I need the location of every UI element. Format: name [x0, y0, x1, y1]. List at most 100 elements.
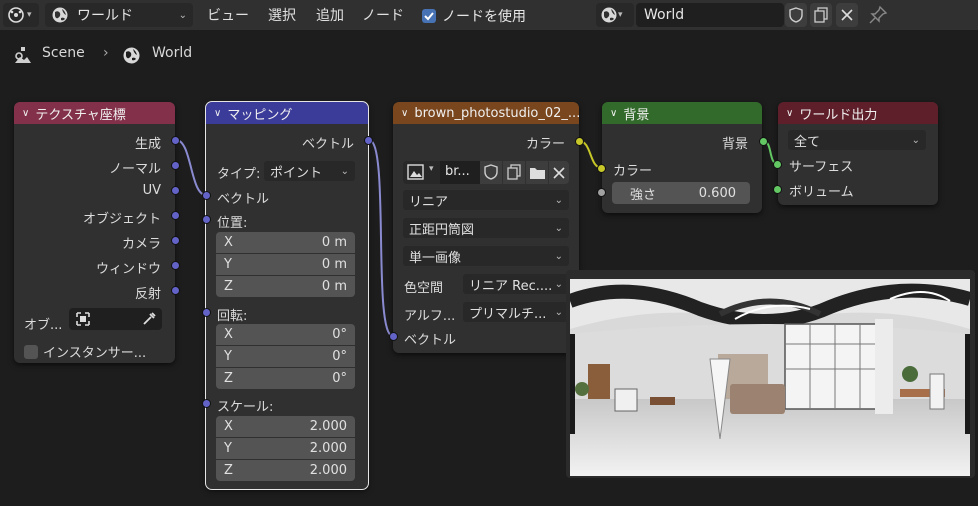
rotation-label: 回転: [217, 309, 248, 324]
chevron-down-icon[interactable]: ∨ [214, 108, 221, 119]
output-color: カラー [525, 137, 565, 152]
interpolation-value: リニア [409, 194, 449, 210]
scale-z-field[interactable]: Z 2.000 [216, 460, 355, 481]
object-field[interactable] [69, 308, 162, 330]
hdri-preview-image [570, 279, 970, 476]
output-generated: 生成 [134, 137, 161, 152]
link-generated-to-vector [175, 139, 207, 196]
socket-volume-in[interactable] [773, 185, 782, 194]
interpolation-dropdown[interactable]: リニア ⌄ [403, 190, 569, 210]
open-file-button[interactable] [526, 161, 548, 184]
location-z-field[interactable]: Z 0 m [216, 276, 355, 297]
alpha-dropdown[interactable]: プリマルチ... ⌄ [463, 302, 569, 322]
rotation-y-field[interactable]: Y 0° [216, 346, 355, 367]
socket-reflection[interactable] [171, 286, 180, 295]
chevron-down-icon: ⌄ [554, 250, 563, 262]
scale-y-field[interactable]: Y 2.000 [216, 438, 355, 459]
socket-color-in[interactable] [597, 164, 606, 173]
chevron-down-icon: ⌄ [554, 194, 563, 206]
folder-icon [530, 168, 545, 179]
node-header[interactable]: ∨ brown_photostudio_02_... [393, 102, 579, 124]
output-window: ウィンドウ [95, 262, 161, 277]
object-label: オブ... [24, 318, 63, 333]
axis-label: X [224, 235, 233, 250]
node-world-output[interactable]: ∨ ワールド出力 全て ⌄ サーフェス ボリューム [778, 102, 938, 205]
checkbox-unchecked-icon[interactable] [24, 344, 38, 359]
type-dropdown[interactable]: ポイント ⌄ [264, 161, 355, 181]
field-value: 0 m [321, 235, 347, 250]
target-dropdown[interactable]: 全て ⌄ [788, 130, 926, 150]
socket-location-in[interactable] [202, 215, 211, 224]
socket-strength-in[interactable] [597, 188, 606, 197]
node-header[interactable]: ∨ ワールド出力 [778, 102, 938, 124]
socket-mapping-output[interactable] [364, 136, 373, 145]
axis-label: Y [224, 257, 232, 272]
input-color: カラー [613, 164, 653, 179]
location-x-field[interactable]: X 0 m [216, 232, 355, 253]
socket-window[interactable] [171, 261, 180, 270]
source-dropdown[interactable]: 単一画像 ⌄ [403, 246, 569, 266]
chevron-down-icon[interactable]: ∨ [401, 108, 408, 119]
field-value: 0° [332, 349, 347, 364]
node-title: テクスチャ座標 [35, 107, 126, 123]
socket-envtex-color-out[interactable] [575, 137, 584, 146]
output-object: オブジェクト [82, 212, 161, 227]
duplicate-button[interactable] [503, 161, 525, 184]
fake-user-button[interactable] [480, 161, 502, 184]
node-environment-texture[interactable]: ∨ brown_photostudio_02_... カラー ▾ br... リニ… [393, 102, 579, 353]
image-icon [407, 164, 424, 180]
rotation-z-field[interactable]: Z 0° [216, 368, 355, 389]
chevron-down-icon[interactable]: ∨ [786, 108, 793, 119]
strength-field[interactable]: 強さ 0.600 [612, 182, 750, 204]
location-label: 位置: [217, 216, 248, 231]
input-volume: ボリューム [789, 185, 854, 200]
scale-x-field[interactable]: X 2.000 [216, 416, 355, 437]
scale-label: スケール: [217, 400, 274, 415]
field-value: 2.000 [309, 419, 347, 434]
rotation-x-field[interactable]: X 0° [216, 324, 355, 345]
chevron-down-icon: ⌄ [340, 165, 349, 177]
projection-dropdown[interactable]: 正距円筒図 ⌄ [403, 218, 569, 238]
object-icon [76, 312, 90, 326]
socket-normal[interactable] [171, 161, 180, 170]
alpha-value: プリマルチ... [469, 306, 547, 322]
location-y-field[interactable]: Y 0 m [216, 254, 355, 275]
node-title: マッピング [227, 107, 293, 123]
image-name-field[interactable]: br... [440, 161, 480, 184]
field-value: 0° [332, 371, 347, 386]
socket-camera[interactable] [171, 236, 180, 245]
socket-generated[interactable] [171, 136, 180, 145]
node-header[interactable]: ∨ マッピング [206, 102, 368, 124]
from-instancer-label: インスタンサー... [43, 346, 147, 361]
image-browse-button[interactable]: ▾ [403, 161, 440, 184]
unlink-image-button[interactable] [549, 161, 569, 184]
axis-label: Z [224, 371, 233, 386]
node-mapping[interactable]: ∨ マッピング ベクトル タイプ: ポイント ⌄ ベクトル 位置: X 0 m Y 0 … [205, 101, 369, 490]
socket-envtex-vector-in[interactable] [389, 332, 398, 341]
node-header[interactable]: ∨ テクスチャ座標 [14, 102, 175, 124]
socket-object[interactable] [171, 211, 180, 220]
socket-scale-in[interactable] [202, 399, 211, 408]
from-instancer-toggle[interactable]: インスタンサー... [24, 342, 146, 361]
duplicate-icon [507, 164, 521, 180]
socket-uv[interactable] [171, 186, 180, 195]
colorspace-dropdown[interactable]: リニア Rec.... ⌄ [463, 274, 569, 294]
chevron-down-icon[interactable]: ∨ [22, 108, 29, 119]
shield-icon [484, 164, 498, 180]
image-name: br... [445, 164, 470, 179]
socket-rotation-in[interactable] [202, 308, 211, 317]
socket-background-out[interactable] [759, 137, 768, 146]
output-vector: ベクトル [301, 137, 354, 152]
node-background[interactable]: ∨ 背景 背景 カラー 強さ 0.600 [602, 102, 762, 213]
socket-mapping-vector-in[interactable] [202, 191, 211, 200]
type-label: タイプ: [217, 167, 261, 182]
colorspace-label: 色空間 [404, 281, 444, 296]
field-value: 2.000 [309, 463, 347, 478]
socket-surface-in[interactable] [773, 160, 782, 169]
node-header[interactable]: ∨ 背景 [602, 102, 762, 124]
chevron-down-icon[interactable]: ∨ [610, 108, 617, 119]
output-normal: ノーマル [108, 162, 161, 177]
node-texture-coordinate[interactable]: ∨ テクスチャ座標 生成 ノーマル UV オブジェクト カメラ ウィンドウ 反射 … [14, 102, 175, 363]
type-value: ポイント [270, 165, 323, 181]
eyedropper-icon[interactable] [141, 311, 157, 327]
